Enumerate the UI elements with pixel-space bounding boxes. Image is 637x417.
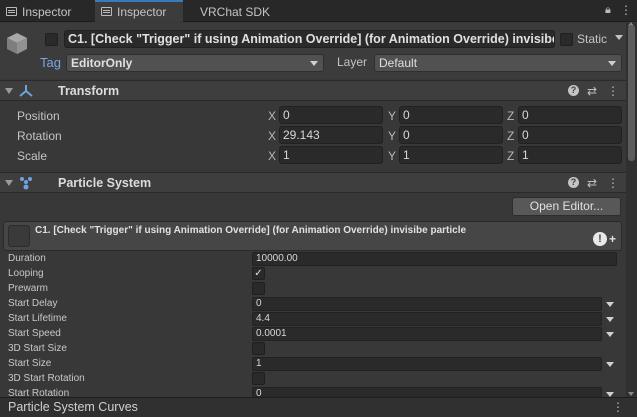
add-module-icon[interactable]: +	[609, 232, 616, 246]
particle-module-header[interactable]: C1. [Check "Trigger" if using Animation …	[3, 221, 622, 251]
start-delay-label: Start Delay	[8, 298, 58, 309]
layer-dropdown[interactable]: Default	[374, 54, 622, 72]
lock-icon[interactable]: 🔒︎	[605, 4, 611, 17]
tag-dropdown[interactable]: EditorOnly	[66, 54, 324, 72]
scale-x-field[interactable]: 1	[279, 146, 383, 164]
scrollbar-thumb[interactable]	[628, 25, 635, 161]
particle-system-title: Particle System	[58, 176, 152, 190]
tab-vrchat-sdk[interactable]: VRChat SDK	[178, 2, 278, 22]
rotation-x-field[interactable]: 29.143	[279, 126, 383, 144]
help-icon[interactable]: ?	[568, 177, 579, 188]
duration-label: Duration	[8, 253, 46, 264]
module-color-swatch	[8, 225, 30, 247]
curves-title: Particle System Curves	[8, 400, 138, 414]
axis-y-label: Y	[388, 129, 397, 143]
scale-label: Scale	[17, 149, 48, 163]
tab-inspector-2[interactable]: Inspector	[95, 0, 183, 22]
scroll-down-arrow-icon[interactable]	[628, 392, 634, 396]
foldout-arrow-icon[interactable]	[5, 180, 13, 186]
axis-x-label: X	[268, 129, 277, 143]
rotation-y-field[interactable]: 0	[399, 126, 503, 144]
transform-header[interactable]: Transform ? ⇄ ⋮	[0, 80, 626, 101]
static-checkbox[interactable]	[560, 33, 573, 46]
axis-z-label: Z	[507, 129, 515, 143]
open-editor-button[interactable]: Open Editor...	[512, 197, 621, 216]
start-size-3d-checkbox[interactable]	[252, 342, 265, 355]
start-size-label: Start Size	[8, 358, 52, 369]
chevron-down-icon[interactable]	[606, 332, 614, 337]
start-rotation-3d-label: 3D Start Rotation	[8, 373, 85, 384]
chevron-down-icon	[608, 61, 616, 66]
position-label: Position	[17, 109, 60, 123]
inspector-scrollbar[interactable]	[626, 22, 637, 397]
axis-z-label: Z	[507, 149, 515, 163]
inspector-icon	[101, 7, 112, 16]
chevron-down-icon[interactable]	[615, 35, 623, 40]
static-label: Static	[577, 32, 608, 46]
position-x-field[interactable]: 0	[279, 106, 383, 124]
tab-label: Inspector	[22, 5, 72, 19]
particle-system-curves-bar[interactable]: Particle System Curves ⋮	[0, 397, 637, 417]
prewarm-label: Prewarm	[8, 283, 49, 294]
kebab-menu-icon[interactable]: ⋮	[612, 400, 624, 414]
axis-z-label: Z	[507, 109, 515, 123]
start-size-3d-label: 3D Start Size	[8, 343, 67, 354]
scale-y-field[interactable]: 1	[399, 146, 503, 164]
object-name-field[interactable]: C1. [Check "Trigger" if using Animation …	[64, 30, 555, 48]
transform-icon	[19, 85, 33, 97]
transform-title: Transform	[58, 84, 120, 98]
kebab-menu-icon[interactable]: ⋮	[620, 3, 632, 17]
position-z-field[interactable]: 0	[518, 106, 622, 124]
particle-system-icon	[20, 177, 32, 190]
axis-y-label: Y	[388, 109, 397, 123]
tag-value: EditorOnly	[71, 56, 133, 70]
position-y-field[interactable]: 0	[399, 106, 503, 124]
looping-checkbox[interactable]: ✓	[252, 267, 265, 280]
start-delay-field[interactable]: 0	[252, 297, 602, 311]
chevron-down-icon[interactable]	[606, 362, 614, 367]
active-checkbox[interactable]	[45, 33, 58, 46]
rotation-z-field[interactable]: 0	[518, 126, 622, 144]
chevron-down-icon[interactable]	[606, 317, 614, 322]
prewarm-checkbox[interactable]	[252, 282, 265, 295]
tab-label: Inspector	[117, 5, 167, 19]
start-speed-field[interactable]: 0.0001	[252, 327, 602, 341]
start-rotation-3d-checkbox[interactable]	[252, 372, 265, 385]
particle-system-header[interactable]: Particle System ? ⇄ ⋮	[0, 172, 626, 193]
kebab-menu-icon[interactable]: ⋮	[607, 84, 619, 98]
presets-icon[interactable]: ⇄	[587, 84, 597, 98]
warning-icon[interactable]: !	[593, 232, 607, 246]
looping-label: Looping	[8, 268, 44, 279]
start-speed-label: Start Speed	[8, 328, 61, 339]
layer-label: Layer	[337, 55, 368, 69]
module-title: C1. [Check "Trigger" if using Animation …	[35, 225, 467, 236]
tab-inspector-1[interactable]: Inspector	[0, 2, 79, 22]
tag-label: Tag	[40, 55, 61, 70]
axis-x-label: X	[268, 149, 277, 163]
start-size-field[interactable]: 1	[252, 357, 602, 371]
inspector-icon	[6, 7, 17, 16]
foldout-arrow-icon[interactable]	[5, 88, 13, 94]
start-lifetime-label: Start Lifetime	[8, 313, 67, 324]
axis-x-label: X	[268, 109, 277, 123]
chevron-down-icon	[310, 61, 318, 66]
layer-value: Default	[379, 56, 418, 70]
gameobject-cube-icon	[7, 33, 27, 54]
kebab-menu-icon[interactable]: ⋮	[607, 176, 619, 190]
help-icon[interactable]: ?	[568, 85, 579, 96]
chevron-down-icon[interactable]	[606, 302, 614, 307]
start-lifetime-field[interactable]: 4.4	[252, 312, 602, 326]
presets-icon[interactable]: ⇄	[587, 176, 597, 190]
scale-z-field[interactable]: 1	[518, 146, 622, 164]
axis-y-label: Y	[388, 149, 397, 163]
tab-bar: Inspector Inspector VRChat SDK 🔒︎ ⋮	[0, 0, 637, 22]
rotation-label: Rotation	[17, 129, 62, 143]
tab-label: VRChat SDK	[200, 5, 271, 19]
duration-field[interactable]: 10000.00	[252, 252, 617, 266]
